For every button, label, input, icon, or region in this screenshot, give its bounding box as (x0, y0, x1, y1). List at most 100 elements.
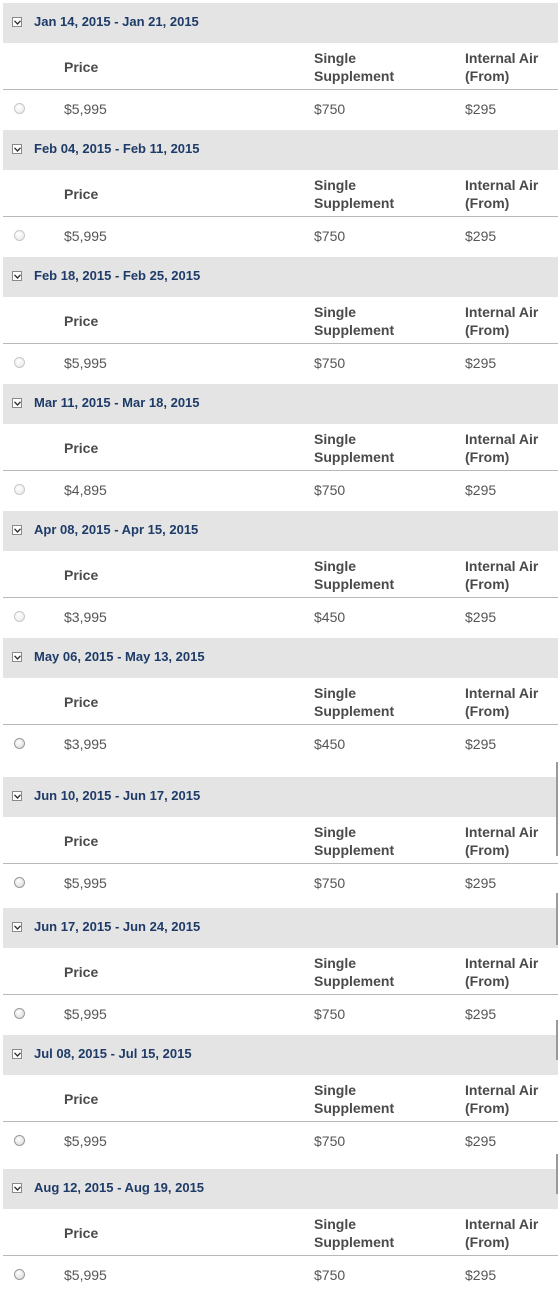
single-supplement-value: $750 (314, 1267, 346, 1283)
single-supplement-column-header: Single Supplement (314, 303, 394, 339)
price-column-header: Price (64, 313, 99, 329)
single-supplement-header-line1: Single (314, 685, 357, 701)
select-departure-radio[interactable] (14, 877, 25, 888)
collapse-toggle-icon[interactable] (12, 791, 22, 801)
collapse-toggle-icon[interactable] (12, 398, 22, 408)
date-range-header[interactable]: Apr 08, 2015 - Apr 15, 2015 (3, 511, 558, 551)
date-range-label: Feb 18, 2015 - Feb 25, 2015 (34, 268, 201, 283)
select-departure-radio[interactable] (14, 738, 25, 749)
internal-air-column-header: Internal Air (From) (465, 954, 538, 990)
collapse-toggle-icon[interactable] (12, 922, 22, 932)
collapse-toggle-icon[interactable] (12, 1049, 22, 1059)
single-supplement-column-header: Single Supplement (314, 1215, 394, 1251)
internal-air-value: $295 (465, 355, 497, 371)
collapse-toggle-icon[interactable] (12, 525, 22, 535)
single-supplement-header-line2: Supplement (314, 973, 395, 989)
departure-group: Jun 10, 2015 - Jun 17, 2015 Price Single… (3, 777, 558, 902)
single-supplement-value: $450 (314, 736, 346, 752)
header-divider (3, 1121, 558, 1122)
select-departure-radio[interactable] (14, 1269, 25, 1280)
date-range-header[interactable]: May 06, 2015 - May 13, 2015 (3, 638, 558, 678)
price-column-header: Price (64, 567, 99, 583)
select-departure-radio[interactable] (14, 230, 25, 241)
single-supplement-column-header: Single Supplement (314, 684, 394, 720)
departure-group: Jul 08, 2015 - Jul 15, 2015 Price Single… (3, 1035, 558, 1160)
single-supplement-header-line1: Single (314, 1216, 357, 1232)
internal-air-header-line1: Internal Air (465, 1082, 539, 1098)
departure-group: Jan 14, 2015 - Jan 21, 2015 Price Single… (3, 3, 558, 128)
internal-air-value: $295 (465, 482, 497, 498)
single-supplement-header-line1: Single (314, 955, 357, 971)
date-range-header[interactable]: Feb 18, 2015 - Feb 25, 2015 (3, 257, 558, 297)
single-supplement-header-line2: Supplement (314, 576, 395, 592)
date-range-label: Apr 08, 2015 - Apr 15, 2015 (34, 522, 199, 537)
collapse-toggle-icon[interactable] (12, 144, 22, 154)
single-supplement-value: $750 (314, 482, 346, 498)
price-value: $5,995 (64, 355, 107, 371)
internal-air-header-line2: (From) (465, 195, 510, 211)
select-departure-radio[interactable] (14, 1008, 25, 1019)
internal-air-header-line2: (From) (465, 703, 510, 719)
departure-list: Jan 14, 2015 - Jan 21, 2015 Price Single… (0, 0, 558, 1299)
select-departure-radio[interactable] (14, 484, 25, 495)
header-divider (3, 994, 558, 995)
single-supplement-header-line2: Supplement (314, 842, 395, 858)
date-range-header[interactable]: Feb 04, 2015 - Feb 11, 2015 (3, 130, 558, 170)
single-supplement-column-header: Single Supplement (314, 176, 394, 212)
internal-air-header-line2: (From) (465, 842, 510, 858)
internal-air-header-line2: (From) (465, 1100, 510, 1116)
single-supplement-header-line1: Single (314, 177, 357, 193)
collapse-toggle-icon[interactable] (12, 1183, 22, 1193)
departure-group: Apr 08, 2015 - Apr 15, 2015 Price Single… (3, 511, 558, 636)
departure-group: Mar 11, 2015 - Mar 18, 2015 Price Single… (3, 384, 558, 509)
price-column-header: Price (64, 186, 99, 202)
single-supplement-value: $750 (314, 228, 346, 244)
select-departure-radio[interactable] (14, 611, 25, 622)
header-divider (3, 216, 558, 217)
internal-air-header-line2: (From) (465, 322, 510, 338)
header-divider (3, 597, 558, 598)
collapse-toggle-icon[interactable] (12, 271, 22, 281)
date-range-header[interactable]: Jul 08, 2015 - Jul 15, 2015 (3, 1035, 558, 1075)
date-range-header[interactable]: Mar 11, 2015 - Mar 18, 2015 (3, 384, 558, 424)
price-value: $5,995 (64, 1006, 107, 1022)
price-column-header: Price (64, 1225, 99, 1241)
internal-air-header-line1: Internal Air (465, 558, 539, 574)
single-supplement-column-header: Single Supplement (314, 954, 394, 990)
collapse-toggle-icon[interactable] (12, 17, 22, 27)
date-range-label: Jun 17, 2015 - Jun 24, 2015 (34, 919, 201, 934)
select-departure-radio[interactable] (14, 1135, 25, 1146)
single-supplement-header-line1: Single (314, 304, 357, 320)
internal-air-value: $295 (465, 228, 497, 244)
single-supplement-value: $750 (314, 101, 346, 117)
departure-group: Aug 12, 2015 - Aug 19, 2015 Price Single… (3, 1169, 558, 1294)
date-range-header[interactable]: Jan 14, 2015 - Jan 21, 2015 (3, 3, 558, 43)
date-range-label: Aug 12, 2015 - Aug 19, 2015 (34, 1180, 205, 1195)
price-value: $3,995 (64, 609, 107, 625)
internal-air-header-line1: Internal Air (465, 304, 539, 320)
internal-air-header-line2: (From) (465, 576, 510, 592)
internal-air-column-header: Internal Air (From) (465, 1081, 538, 1117)
select-departure-radio[interactable] (14, 103, 25, 114)
single-supplement-header-line1: Single (314, 431, 357, 447)
single-supplement-value: $750 (314, 1006, 346, 1022)
price-value: $5,995 (64, 101, 107, 117)
internal-air-value: $295 (465, 1006, 497, 1022)
date-range-label: Mar 11, 2015 - Mar 18, 2015 (34, 395, 200, 410)
single-supplement-header-line2: Supplement (314, 1100, 395, 1116)
header-divider (3, 724, 558, 725)
price-column-header: Price (64, 1091, 99, 1107)
internal-air-header-line1: Internal Air (465, 50, 539, 66)
date-range-header[interactable]: Jun 17, 2015 - Jun 24, 2015 (3, 908, 558, 948)
date-range-label: Feb 04, 2015 - Feb 11, 2015 (34, 141, 200, 156)
date-range-header[interactable]: Aug 12, 2015 - Aug 19, 2015 (3, 1169, 558, 1209)
single-supplement-column-header: Single Supplement (314, 430, 394, 466)
collapse-toggle-icon[interactable] (12, 652, 22, 662)
select-departure-radio[interactable] (14, 357, 25, 368)
departure-group: Jun 17, 2015 - Jun 24, 2015 Price Single… (3, 908, 558, 1033)
internal-air-header-line1: Internal Air (465, 177, 539, 193)
price-value: $3,995 (64, 736, 107, 752)
internal-air-column-header: Internal Air (From) (465, 557, 538, 593)
date-range-header[interactable]: Jun 10, 2015 - Jun 17, 2015 (3, 777, 558, 817)
internal-air-header-line2: (From) (465, 973, 510, 989)
